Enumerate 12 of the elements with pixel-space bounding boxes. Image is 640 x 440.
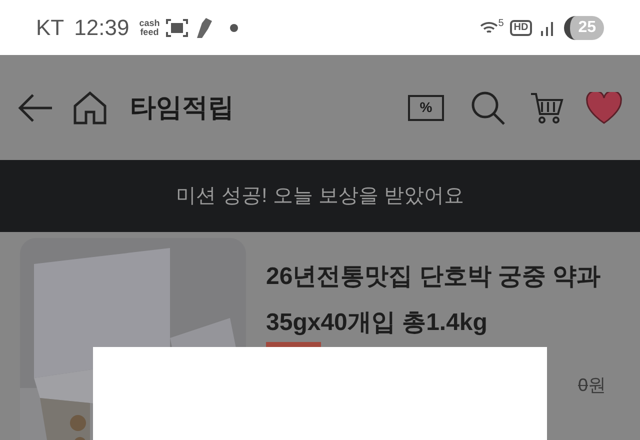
hd-label: HD <box>510 20 532 36</box>
wifi-band-label: 5 <box>498 18 504 28</box>
clock: 12:39 <box>74 14 130 42</box>
coupon-button[interactable]: % <box>408 94 444 120</box>
carrier: KT <box>36 14 64 42</box>
product-title: 26년전통맛집 단호박 궁중 약과 35gx40개입 총1.4kg <box>266 262 602 338</box>
banner-text: 미션 성공! 오늘 보상을 받았어요 <box>176 184 464 209</box>
currency-label: 원 <box>588 375 606 395</box>
page-title: 타임적립 <box>130 91 234 124</box>
battery-indicator: 25 <box>564 16 604 40</box>
original-price: 0 <box>578 375 588 395</box>
app-name-label: cash feed <box>139 18 160 36</box>
